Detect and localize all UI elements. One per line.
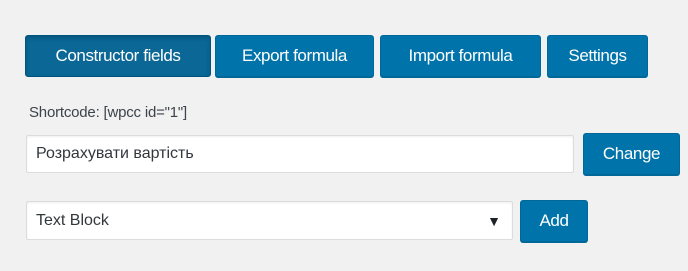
calculator-constructor-panel: Constructor fields Export formula Import… xyxy=(0,0,688,271)
change-button[interactable]: Change xyxy=(583,133,680,175)
field-type-select[interactable]: Text Block ▼ xyxy=(26,201,513,240)
calc-button-text-value: Розрахувати вартість xyxy=(36,145,194,162)
tab-settings[interactable]: Settings xyxy=(547,35,648,77)
calc-button-text-input[interactable]: Розрахувати вартість xyxy=(26,135,574,173)
tab-export-formula[interactable]: Export formula xyxy=(215,35,374,77)
dropdown-arrow-icon[interactable]: ▼ xyxy=(487,213,501,229)
shortcode-label: Shortcode: [wpcc id="1"] xyxy=(29,104,188,121)
tab-import-formula[interactable]: Import formula xyxy=(380,35,541,77)
field-type-selected-value: Text Block xyxy=(36,211,109,229)
tab-constructor-fields[interactable]: Constructor fields xyxy=(25,35,211,77)
add-field-button[interactable]: Add xyxy=(520,200,588,242)
